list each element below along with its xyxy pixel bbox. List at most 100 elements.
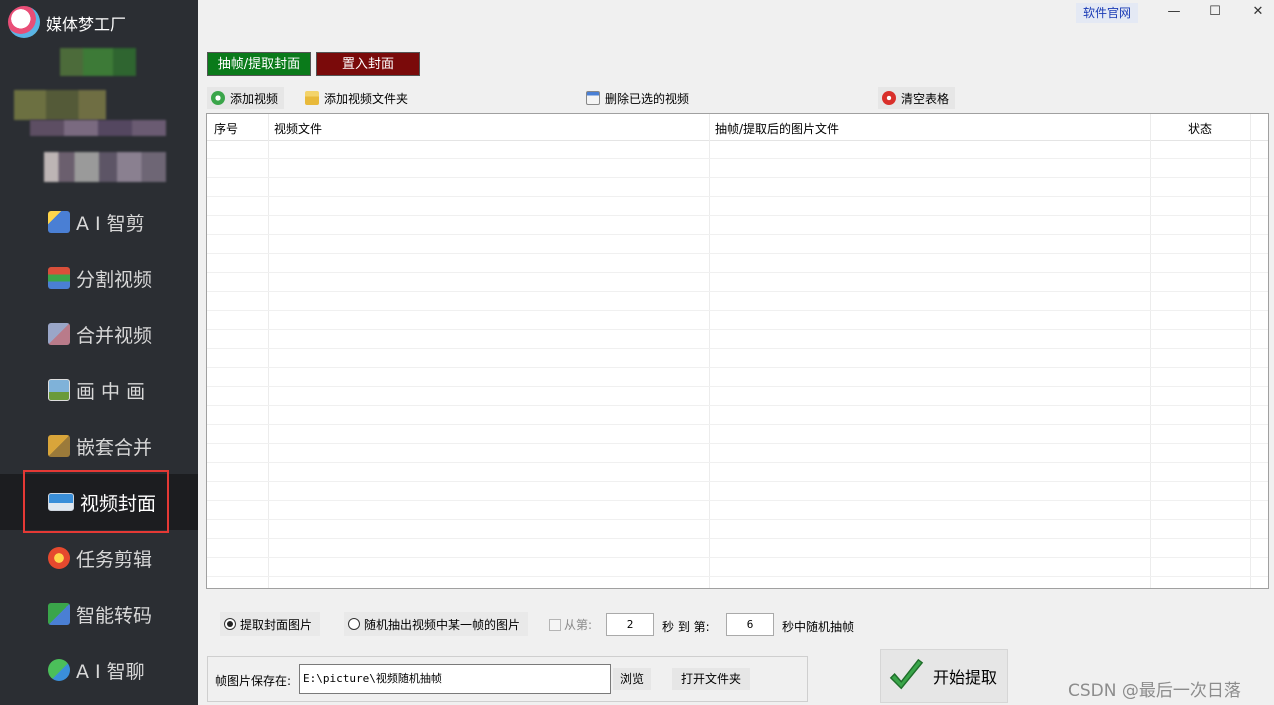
start-extract-button[interactable]: 开始提取 <box>880 649 1008 703</box>
sidebar-item-label: 分割视频 <box>76 268 153 291</box>
column-divider <box>709 114 710 588</box>
plus-icon <box>211 91 225 105</box>
row-divider <box>207 196 1268 197</box>
column-divider <box>1250 114 1251 588</box>
row-divider <box>207 481 1268 482</box>
video-table[interactable]: 序号 视频文件 抽帧/提取后的图片文件 状态 <box>206 113 1269 589</box>
row-divider <box>207 158 1268 159</box>
row-divider <box>207 576 1268 577</box>
split-video-icon <box>48 267 70 289</box>
delete-selected-label: 删除已选的视频 <box>605 91 690 106</box>
row-divider <box>207 386 1268 387</box>
row-divider <box>207 234 1268 235</box>
picture-in-picture-icon <box>48 379 70 401</box>
task-edit-icon <box>48 547 70 569</box>
add-folder-button[interactable]: 添加视频文件夹 <box>301 87 414 109</box>
row-divider <box>207 329 1268 330</box>
add-video-label: 添加视频 <box>230 91 279 106</box>
delete-icon <box>586 91 600 105</box>
row-divider <box>207 557 1268 558</box>
browse-button[interactable]: 浏览 <box>613 668 651 690</box>
to-second-input[interactable]: 6 <box>726 613 774 636</box>
ai-cut-icon <box>48 211 70 233</box>
nested-merge-icon <box>48 435 70 457</box>
row-divider <box>207 348 1268 349</box>
checkbox-icon <box>549 618 561 631</box>
row-divider <box>207 405 1268 406</box>
row-divider <box>207 519 1268 520</box>
save-path-label: 帧图片保存在: <box>215 674 292 688</box>
radio-extract-cover-label: 提取封面图片 <box>240 617 313 632</box>
row-divider <box>207 462 1268 463</box>
sidebar-item-split-video[interactable]: 分割视频 <box>0 250 198 306</box>
tab-extract-cover[interactable]: 抽帧/提取封面 <box>207 52 311 76</box>
add-video-button[interactable]: 添加视频 <box>207 87 285 109</box>
app-logo-icon <box>8 6 40 38</box>
checkmark-icon <box>889 658 924 690</box>
from-label: 从第: <box>564 618 593 632</box>
radio-extract-cover[interactable]: 提取封面图片 <box>220 612 321 636</box>
row-divider <box>207 291 1268 292</box>
row-divider <box>207 538 1268 539</box>
sidebar-item-merge-video[interactable]: 合并视频 <box>0 306 198 362</box>
clear-icon <box>882 91 896 105</box>
maximize-button[interactable]: ☐ <box>1201 2 1229 22</box>
row-divider <box>207 443 1268 444</box>
ai-chat-icon <box>48 659 70 681</box>
merge-video-icon <box>48 323 70 345</box>
delete-selected-button[interactable]: 删除已选的视频 <box>582 87 695 109</box>
sidebar-item-nested-merge[interactable]: 嵌套合并 <box>0 418 198 474</box>
blurred-account-info <box>60 48 136 76</box>
row-divider <box>207 253 1268 254</box>
minimize-button[interactable]: — <box>1160 2 1188 22</box>
radio-random-frame[interactable]: 随机抽出视频中某一帧的图片 <box>344 612 529 636</box>
watermark: CSDN @最后一次日落 <box>1068 681 1241 701</box>
sidebar-item-ai-cut[interactable]: A I 智剪 <box>0 194 198 250</box>
column-header-index: 序号 <box>214 122 239 136</box>
row-divider <box>207 310 1268 311</box>
clear-table-label: 清空表格 <box>901 91 950 106</box>
column-header-status: 状态 <box>1188 122 1213 136</box>
tab-insert-cover[interactable]: 置入封面 <box>316 52 420 76</box>
folder-add-icon <box>305 91 319 105</box>
start-extract-label: 开始提取 <box>933 668 998 687</box>
close-button[interactable]: ✕ <box>1244 2 1272 22</box>
row-divider <box>207 215 1268 216</box>
row-divider <box>207 500 1268 501</box>
add-folder-label: 添加视频文件夹 <box>324 91 409 106</box>
sidebar: 媒体梦工厂 A I 智剪 分割视频 合并视频 画 中 画 嵌套合并 视频封面 任… <box>0 0 198 705</box>
open-folder-button[interactable]: 打开文件夹 <box>672 668 750 690</box>
sidebar-item-label: 嵌套合并 <box>76 436 153 459</box>
radio-random-frame-label: 随机抽出视频中某一帧的图片 <box>364 617 521 632</box>
from-second-input[interactable]: 2 <box>606 613 654 636</box>
sidebar-item-label: 智能转码 <box>76 604 153 627</box>
sidebar-item-task-edit[interactable]: 任务剪辑 <box>0 530 198 586</box>
sec-to-label: 秒 到 第: <box>662 620 710 634</box>
blurred-account-info <box>30 120 166 136</box>
table-header: 序号 视频文件 抽帧/提取后的图片文件 状态 <box>207 114 1268 141</box>
highlight-frame <box>23 470 169 533</box>
sidebar-item-smart-transcode[interactable]: 智能转码 <box>0 586 198 642</box>
app-title: 媒体梦工厂 <box>46 15 127 34</box>
sidebar-item-label: 画 中 画 <box>76 380 146 403</box>
range-checkbox[interactable]: 从第: <box>549 616 592 633</box>
row-divider <box>207 367 1268 368</box>
sidebar-item-label: 合并视频 <box>76 324 153 347</box>
save-path-input[interactable]: E:\picture\视频随机抽帧 <box>299 664 611 694</box>
sec-random-label: 秒中随机抽帧 <box>782 620 855 634</box>
row-divider <box>207 424 1268 425</box>
column-divider <box>268 114 269 588</box>
sidebar-item-label: A I 智剪 <box>76 212 145 235</box>
column-header-video-file: 视频文件 <box>274 122 323 136</box>
blurred-account-info <box>14 90 106 120</box>
radio-checked-icon <box>224 618 236 630</box>
radio-unchecked-icon <box>348 618 360 630</box>
clear-table-button[interactable]: 清空表格 <box>878 87 956 109</box>
row-divider <box>207 272 1268 273</box>
sidebar-item-picture-in-picture[interactable]: 画 中 画 <box>0 362 198 418</box>
smart-transcode-icon <box>48 603 70 625</box>
sidebar-item-label: A I 智聊 <box>76 660 145 683</box>
official-site-link[interactable]: 软件官网 <box>1076 3 1138 23</box>
sidebar-item-label: 任务剪辑 <box>76 548 153 571</box>
sidebar-item-ai-chat[interactable]: A I 智聊 <box>0 642 198 698</box>
